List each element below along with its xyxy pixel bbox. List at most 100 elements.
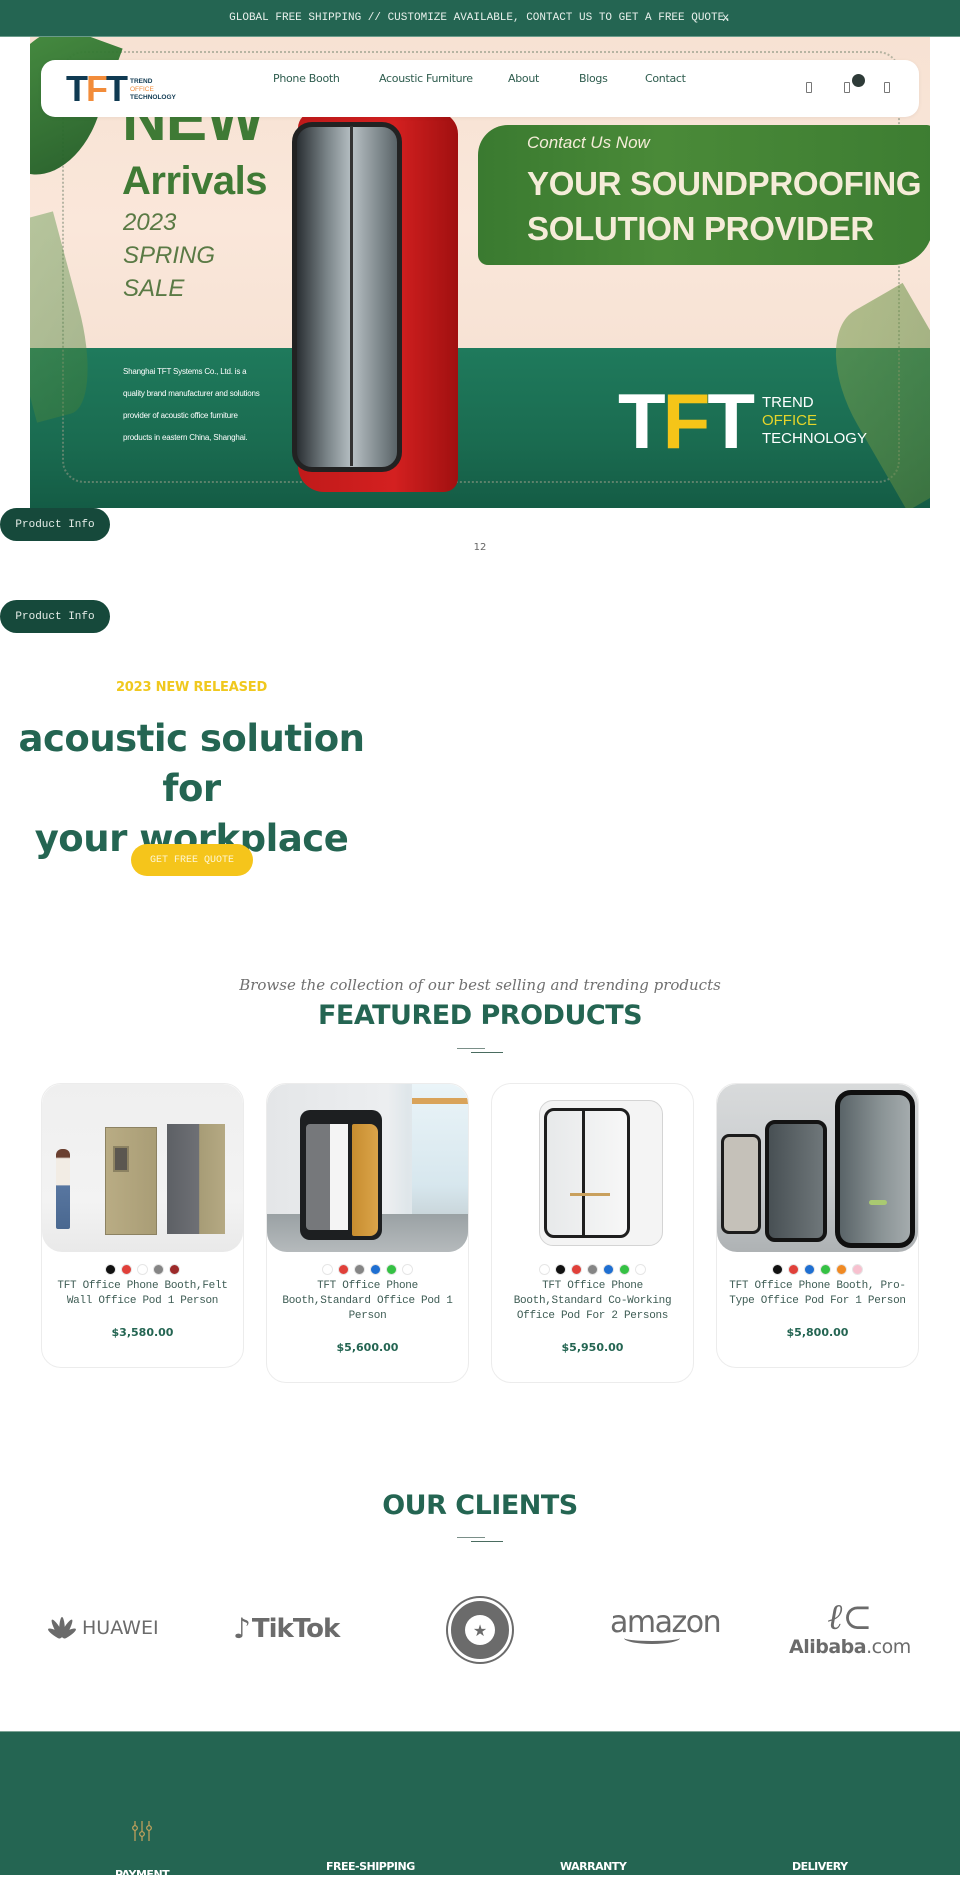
announcement-bar: GLOBAL FREE SHIPPING // CUSTOMIZE AVAILA… bbox=[0, 0, 960, 37]
color-swatch[interactable] bbox=[804, 1264, 815, 1275]
site-header: TFT TREND OFFICE TECHNOLOGY Phone Booth … bbox=[41, 60, 919, 117]
color-swatch[interactable] bbox=[619, 1264, 630, 1275]
product-image[interactable] bbox=[267, 1084, 468, 1252]
client-logo-amazon: amazon bbox=[610, 1605, 722, 1644]
logo-letter: F bbox=[662, 377, 711, 465]
slide-counter: 12 bbox=[473, 542, 487, 553]
product-title[interactable]: TFT Office Phone Booth,Standard Office P… bbox=[271, 1279, 464, 1324]
product-info-button[interactable]: Product Info bbox=[0, 508, 110, 541]
client-logo-tiktok: ♪ TikTok bbox=[233, 1612, 340, 1645]
color-swatch[interactable] bbox=[153, 1264, 164, 1275]
site-logo[interactable]: TFT TREND OFFICE TECHNOLOGY bbox=[66, 71, 176, 107]
amazon-smile-icon bbox=[624, 1632, 680, 1644]
featured-title: FEATURED PRODUCTS bbox=[317, 1000, 643, 1031]
color-swatch[interactable] bbox=[571, 1264, 582, 1275]
logo-letter: T bbox=[618, 377, 666, 465]
hero-headline-line2: SOLUTION PROVIDER bbox=[527, 210, 874, 247]
section-divider bbox=[457, 1048, 503, 1054]
product-image[interactable] bbox=[492, 1084, 693, 1252]
product-image[interactable] bbox=[42, 1084, 243, 1252]
product-card[interactable]: TFT Office Phone Booth,Standard Co-Worki… bbox=[491, 1083, 694, 1383]
color-swatches bbox=[717, 1264, 918, 1275]
nav-blogs[interactable]: Blogs bbox=[579, 72, 608, 85]
promo-title: acoustic solution for your workplace bbox=[0, 714, 383, 864]
color-swatch[interactable] bbox=[820, 1264, 831, 1275]
product-price: $5,800.00 bbox=[786, 1326, 849, 1339]
hero-tft-logo: TFT TREND OFFICE TECHNOLOGY bbox=[618, 382, 867, 460]
color-swatches bbox=[492, 1264, 693, 1275]
hero-sale: SALE bbox=[123, 275, 185, 302]
color-swatch[interactable] bbox=[169, 1264, 180, 1275]
clients-title: OUR CLIENTS bbox=[382, 1490, 578, 1521]
color-swatch[interactable] bbox=[338, 1264, 349, 1275]
logo-word: TECHNOLOGY bbox=[130, 94, 176, 101]
color-swatch[interactable] bbox=[105, 1264, 116, 1275]
product-title[interactable]: TFT Office Phone Booth,Standard Co-Worki… bbox=[496, 1279, 689, 1324]
client-name: HUAWEI bbox=[82, 1617, 159, 1639]
color-swatches bbox=[267, 1264, 468, 1275]
color-swatch[interactable] bbox=[539, 1264, 550, 1275]
client-name-suffix: .com bbox=[866, 1636, 911, 1658]
footer-features: PAYMENT FREE-SHIPPING WARRANTY DELIVERY bbox=[0, 1731, 960, 1881]
hero-headline: YOUR SOUNDPROOFING SOLUTION PROVIDER bbox=[527, 161, 922, 251]
color-swatch[interactable] bbox=[555, 1264, 566, 1275]
product-card[interactable]: TFT Office Phone Booth,Felt Wall Office … bbox=[41, 1083, 244, 1368]
color-swatch[interactable] bbox=[137, 1264, 148, 1275]
logo-word: OFFICE bbox=[761, 412, 817, 429]
promo-kicker: 2023 NEW RELEASED bbox=[115, 680, 268, 695]
tiktok-note-icon: ♪ bbox=[233, 1612, 251, 1645]
color-swatch[interactable] bbox=[587, 1264, 598, 1275]
get-free-quote-button[interactable]: GET FREE QUOTE bbox=[131, 844, 253, 876]
color-swatch[interactable] bbox=[386, 1264, 397, 1275]
promo-title-line1: acoustic solution for bbox=[18, 717, 365, 810]
product-info-button[interactable]: Product Info bbox=[0, 600, 110, 633]
hero-season: SPRING bbox=[123, 242, 216, 269]
hero-arrivals-text: Arrivals bbox=[122, 159, 267, 203]
cart-icon[interactable] bbox=[844, 82, 850, 93]
color-swatch[interactable] bbox=[635, 1264, 646, 1275]
hero-headline-line1: YOUR SOUNDPROOFING bbox=[527, 165, 922, 202]
nav-acoustic-furniture[interactable]: Acoustic Furniture bbox=[379, 72, 473, 85]
client-name: Alibaba bbox=[789, 1636, 867, 1658]
product-card[interactable]: TFT Office Phone Booth, Pro-Type Office … bbox=[716, 1083, 919, 1368]
color-swatch[interactable] bbox=[852, 1264, 863, 1275]
client-logo-huawei: HUAWEI bbox=[46, 1615, 159, 1641]
product-price: $5,950.00 bbox=[561, 1341, 624, 1354]
color-swatch[interactable] bbox=[788, 1264, 799, 1275]
color-swatch[interactable] bbox=[322, 1264, 333, 1275]
nav-contact[interactable]: Contact bbox=[645, 72, 686, 85]
logo-word: TREND bbox=[130, 78, 153, 85]
color-swatch[interactable] bbox=[836, 1264, 847, 1275]
product-title[interactable]: TFT Office Phone Booth, Pro-Type Office … bbox=[721, 1279, 914, 1309]
cart-badge bbox=[852, 74, 865, 87]
product-image[interactable] bbox=[717, 1084, 918, 1252]
hero-company-description: Shanghai TFT Systems Co., Ltd. is a qual… bbox=[123, 367, 260, 442]
logo-word: TREND bbox=[761, 394, 814, 411]
huawei-flower-icon bbox=[46, 1615, 78, 1641]
featured-subtitle: Browse the collection of our best sellin… bbox=[239, 976, 721, 994]
product-card[interactable]: TFT Office Phone Booth,Standard Office P… bbox=[266, 1083, 469, 1383]
color-swatch[interactable] bbox=[121, 1264, 132, 1275]
account-icon[interactable] bbox=[884, 82, 890, 93]
product-price: $3,580.00 bbox=[111, 1326, 174, 1339]
feature-delivery: DELIVERY bbox=[792, 1860, 848, 1873]
color-swatches bbox=[42, 1264, 243, 1275]
client-logo-starbucks: ★ bbox=[448, 1598, 512, 1662]
logo-word: TECHNOLOGY bbox=[761, 430, 867, 447]
product-title[interactable]: TFT Office Phone Booth,Felt Wall Office … bbox=[46, 1279, 239, 1309]
color-swatch[interactable] bbox=[354, 1264, 365, 1275]
nav-about[interactable]: About bbox=[508, 72, 539, 85]
close-announcement-button[interactable]: x bbox=[722, 11, 729, 25]
color-swatch[interactable] bbox=[603, 1264, 614, 1275]
product-price: $5,600.00 bbox=[336, 1341, 399, 1354]
logo-letter: T bbox=[66, 68, 88, 109]
feature-free-shipping: FREE-SHIPPING bbox=[326, 1860, 415, 1873]
nav-phone-booth[interactable]: Phone Booth bbox=[273, 72, 340, 85]
logo-letter: T bbox=[106, 68, 128, 109]
color-swatch[interactable] bbox=[772, 1264, 783, 1275]
hero-booth-image bbox=[288, 112, 460, 497]
color-swatch[interactable] bbox=[370, 1264, 381, 1275]
search-icon[interactable] bbox=[806, 82, 812, 93]
section-divider bbox=[457, 1537, 503, 1543]
color-swatch[interactable] bbox=[402, 1264, 413, 1275]
